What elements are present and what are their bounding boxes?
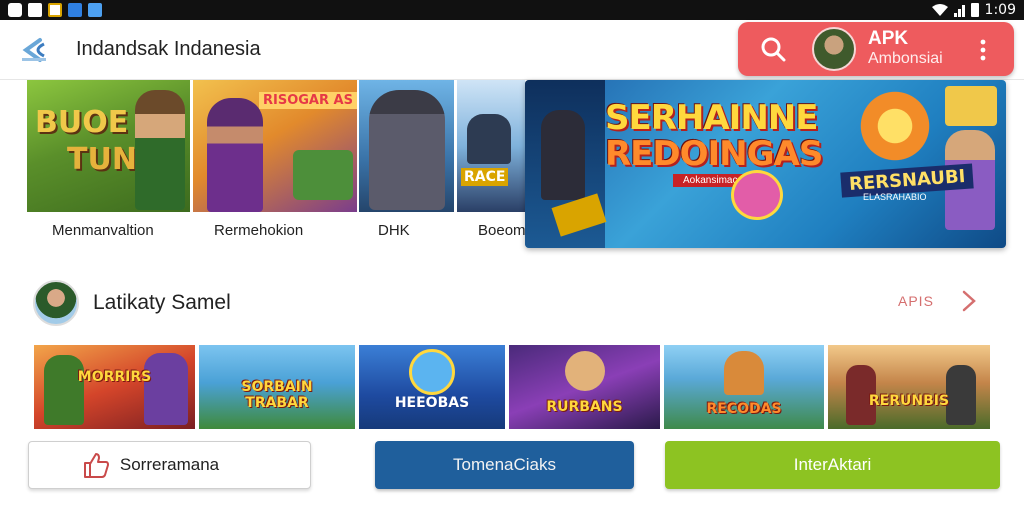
carousel-tile-label: DHK bbox=[378, 222, 410, 239]
game-title: RURBANS bbox=[546, 399, 623, 415]
app-logo-icon[interactable] bbox=[18, 34, 50, 66]
carousel-tile-label: Menmanvaltion bbox=[52, 222, 154, 239]
app-icon bbox=[68, 3, 82, 17]
wifi-icon bbox=[931, 4, 948, 16]
section-avatar bbox=[33, 280, 79, 326]
avatar[interactable] bbox=[812, 27, 856, 71]
banner-title-line2: REDOINGAS bbox=[605, 134, 823, 174]
game-card[interactable]: SORBAIN TRABAR bbox=[199, 345, 355, 429]
more-vert-icon[interactable] bbox=[978, 38, 988, 62]
game-title: SORBAIN TRABAR bbox=[241, 379, 313, 411]
game-title: HEEOBAS bbox=[394, 395, 470, 411]
primary-action-label: TomenaCiaks bbox=[453, 455, 556, 474]
account-title: APK bbox=[868, 28, 909, 49]
game-card[interactable]: RECODAS bbox=[664, 345, 824, 429]
banner-title-line1: SERHAINNE bbox=[605, 98, 818, 138]
featured-banner[interactable]: SERHAINNE REDOINGAS Aokansimacas RERSNAU… bbox=[525, 80, 1006, 248]
account-subtitle: Ambonsiai bbox=[868, 50, 943, 67]
banner-title: SERHAINNE REDOINGAS bbox=[605, 98, 823, 174]
signal-icon bbox=[953, 3, 965, 17]
thumbs-up-icon bbox=[84, 453, 109, 478]
status-bar: 1:09 bbox=[0, 0, 1024, 20]
notification-icon bbox=[8, 3, 22, 17]
recommend-button-label: Sorreramana bbox=[119, 455, 220, 474]
game-card[interactable]: MORRIRS bbox=[34, 345, 195, 429]
carousel-tile-label: Rermehokion bbox=[214, 222, 304, 239]
search-icon[interactable] bbox=[760, 36, 786, 62]
mail-icon bbox=[48, 3, 62, 17]
game-title: RECODAS bbox=[706, 401, 782, 417]
game-art bbox=[359, 80, 454, 212]
primary-action-button[interactable]: TomenaCiaks bbox=[375, 441, 634, 489]
carousel-tile[interactable] bbox=[359, 80, 454, 212]
app-title: Indandsak Indanesia bbox=[76, 38, 261, 60]
carousel-tile-label: Boeom bbox=[478, 222, 526, 239]
interact-button[interactable]: InterAktari bbox=[665, 441, 1000, 489]
carousel-tile[interactable]: BUOE TUN bbox=[27, 80, 190, 212]
section-title: Latikaty Samel bbox=[93, 291, 231, 314]
banner-side-subtitle: ELASRAHABIO bbox=[863, 192, 927, 202]
game-art: RISOGAR AS bbox=[193, 80, 357, 212]
game-title: RERUNBIS bbox=[868, 393, 950, 409]
chevron-right-icon[interactable] bbox=[960, 288, 978, 314]
game-card[interactable]: RERUNBIS bbox=[828, 345, 990, 429]
game-card[interactable]: RURBANS bbox=[509, 345, 660, 429]
recommend-button[interactable]: Sorreramana bbox=[28, 441, 311, 489]
carousel-tile[interactable]: RACE bbox=[457, 80, 525, 212]
carousel-tile[interactable]: RISOGAR AS bbox=[193, 80, 357, 212]
clock: 1:09 bbox=[984, 2, 1016, 18]
shield-icon bbox=[88, 3, 102, 17]
account-search-bar[interactable]: APK Ambonsiai bbox=[738, 22, 1014, 76]
interact-button-label: InterAktari bbox=[793, 455, 872, 474]
section-more-link[interactable]: APIS bbox=[898, 293, 934, 309]
checkbox-icon bbox=[28, 3, 42, 17]
game-card[interactable]: HEEOBAS bbox=[359, 345, 505, 429]
app-screen: 1:09 Indandsak Indanesia APK Ambonsiai B… bbox=[0, 0, 1024, 512]
battery-icon bbox=[970, 3, 979, 17]
game-title: MORRIRS bbox=[77, 369, 152, 385]
game-art: RACE bbox=[457, 80, 525, 212]
game-art: BUOE TUN bbox=[27, 80, 190, 212]
